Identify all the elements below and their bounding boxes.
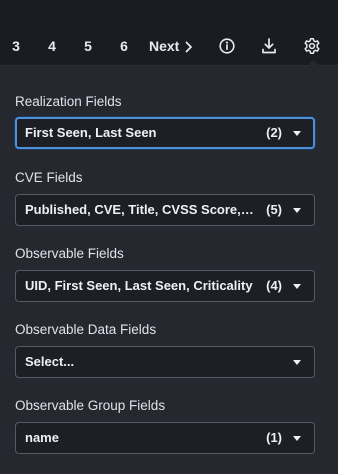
caret-down-icon — [293, 360, 301, 365]
observable-data-fields-value: Select... — [25, 354, 75, 369]
next-page-button[interactable]: Next — [149, 36, 193, 56]
caret-down-icon — [293, 131, 301, 136]
realization-fields-label: Realization Fields — [15, 94, 122, 109]
cve-fields-count: (5) — [266, 202, 282, 217]
observable-group-fields-count: (1) — [266, 430, 282, 445]
realization-fields-select[interactable]: First Seen, Last Seen (2) — [15, 117, 315, 149]
cve-fields-select[interactable]: Published, CVE, Title, CVSS Score, ... (… — [15, 194, 315, 226]
realization-fields-value: First Seen, Last Seen — [25, 125, 157, 140]
caret-down-icon — [293, 284, 301, 289]
observable-fields-label: Observable Fields — [15, 246, 124, 261]
observable-group-fields-select[interactable]: name (1) — [15, 422, 315, 454]
caret-down-icon — [293, 208, 301, 213]
observable-group-fields-value: name — [25, 430, 59, 445]
caret-down-icon — [293, 436, 301, 441]
observable-fields-select[interactable]: UID, First Seen, Last Seen, Criticality … — [15, 270, 315, 302]
observable-data-fields-label: Observable Data Fields — [15, 322, 157, 337]
info-icon[interactable] — [217, 36, 237, 56]
page-link-4[interactable]: 4 — [44, 36, 60, 56]
chevron-right-icon — [185, 41, 193, 53]
page-link-6[interactable]: 6 — [116, 36, 132, 56]
cve-fields-label: CVE Fields — [15, 170, 83, 185]
pagination-toolbar: 3 4 5 6 Next — [0, 0, 338, 66]
gear-icon[interactable] — [302, 36, 322, 56]
observable-data-fields-select[interactable]: Select... — [15, 346, 315, 378]
observable-fields-count: (4) — [266, 278, 282, 293]
observable-fields-value: UID, First Seen, Last Seen, Criticality — [25, 278, 253, 293]
page: 3 4 5 6 Next Realization Fields First Se… — [0, 0, 338, 474]
realization-fields-count: (2) — [266, 125, 282, 140]
cve-fields-value: Published, CVE, Title, CVSS Score, ... — [25, 202, 254, 217]
popover-arrow — [306, 60, 320, 67]
observable-group-fields-label: Observable Group Fields — [15, 398, 166, 413]
page-link-5[interactable]: 5 — [80, 36, 96, 56]
page-link-3[interactable]: 3 — [8, 36, 24, 56]
download-icon[interactable] — [259, 36, 279, 56]
next-page-label: Next — [149, 38, 180, 54]
